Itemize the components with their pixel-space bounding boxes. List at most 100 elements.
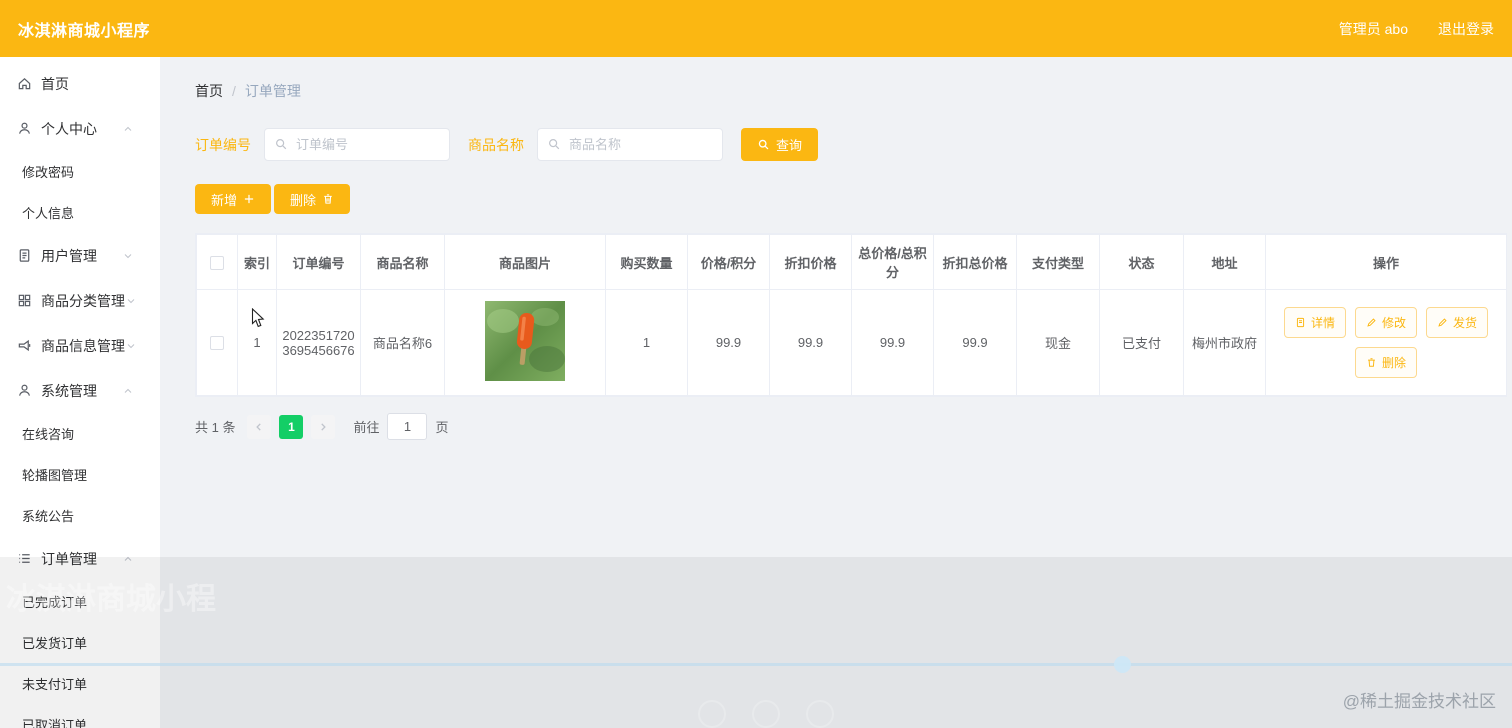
document-icon (1295, 317, 1306, 328)
breadcrumb-current: 订单管理 (244, 83, 301, 99)
search-icon (274, 137, 288, 151)
document-icon (17, 248, 32, 263)
goto-page-input[interactable] (387, 413, 428, 440)
column-header-address: 地址 (1183, 234, 1266, 290)
column-header-pay-type: 支付类型 (1016, 234, 1100, 290)
delete-row-button[interactable]: 删除 (1354, 347, 1417, 378)
cell-index: 1 (237, 289, 277, 396)
breadcrumb-home[interactable]: 首页 (195, 81, 223, 101)
sidebar-subitem-system-notice[interactable]: 系统公告 (0, 495, 160, 536)
goto-page: 前往 页 (353, 413, 449, 440)
header-checkbox-cell (196, 234, 238, 290)
sidebar-subitem-shipped-orders[interactable]: 已发货订单 (0, 622, 160, 663)
orders-table: 索引 订单编号 商品名称 商品图片 购买数量 价格/积分 折扣价格 总价格/总积… (195, 233, 1507, 397)
sidebar-subitem-unpaid-orders[interactable]: 未支付订单 (0, 663, 160, 704)
chevron-down-icon (125, 295, 137, 307)
page-suffix-label: 页 (435, 420, 449, 435)
ship-button-label: 发货 (1453, 316, 1478, 330)
ship-button[interactable]: 发货 (1426, 307, 1489, 338)
page-number-button[interactable]: 1 (279, 414, 304, 439)
main-content: 首页 / 订单管理 订单编号 商品名称 (160, 57, 1512, 728)
breadcrumb: 首页 / 订单管理 (195, 81, 1512, 101)
sidebar-item-system-management[interactable]: 系统管理 (0, 368, 160, 413)
filter-bar: 订单编号 商品名称 查询 (195, 128, 1512, 161)
cell-product-image (444, 289, 606, 396)
sidebar-subitem-personal-info[interactable]: 个人信息 (0, 192, 160, 233)
cell-address: 梅州市政府 (1183, 289, 1266, 396)
table-row: 1 20223517203695456676 商品名称6 1 99.9 99.9… (196, 289, 1507, 396)
delete-row-button-label: 删除 (1381, 356, 1406, 370)
delete-button-label: 删除 (290, 192, 317, 208)
product-name-input[interactable] (537, 128, 723, 161)
table-header-row: 索引 订单编号 商品名称 商品图片 购买数量 价格/积分 折扣价格 总价格/总积… (196, 234, 1507, 290)
column-header-status: 状态 (1099, 234, 1184, 290)
add-button[interactable]: 新增 (195, 184, 272, 214)
sidebar-subitem-carousel-management[interactable]: 轮播图管理 (0, 454, 160, 495)
sidebar-item-category-management[interactable]: 商品分类管理 (0, 278, 160, 323)
sidebar-item-order-management[interactable]: 订单管理 (0, 536, 160, 581)
prev-page-button[interactable] (247, 414, 272, 439)
sidebar-subitem-label: 已发货订单 (22, 636, 88, 651)
cell-discount-price: 99.9 (769, 289, 852, 396)
chevron-down-icon (125, 340, 137, 352)
sidebar-subitem-online-consult[interactable]: 在线咨询 (0, 413, 160, 454)
search-button-label: 查询 (776, 138, 803, 153)
row-actions: 详情 修改 发货 删除 (1270, 307, 1502, 378)
column-header-index: 索引 (237, 234, 277, 290)
column-header-product-image: 商品图片 (444, 234, 606, 290)
plus-icon (243, 193, 255, 205)
column-header-product-name: 商品名称 (360, 234, 445, 290)
sidebar-item-label: 订单管理 (41, 550, 97, 567)
sidebar-item-label: 首页 (41, 75, 69, 92)
app-header: 冰淇淋商城小程序 管理员 abo 退出登录 (0, 0, 1512, 57)
row-checkbox-cell (196, 289, 238, 396)
edit-button-label: 修改 (1381, 316, 1406, 330)
detail-button-label: 详情 (1310, 316, 1335, 330)
product-name-filter-label: 商品名称 (468, 136, 524, 153)
cell-status: 已支付 (1099, 289, 1184, 396)
delete-button[interactable]: 删除 (274, 184, 351, 214)
cell-discount-total: 99.9 (933, 289, 1017, 396)
sidebar-subitem-label: 个人信息 (22, 206, 75, 221)
sidebar-item-label: 商品分类管理 (41, 292, 125, 309)
search-icon (547, 137, 561, 151)
seek-bar[interactable] (0, 663, 1512, 666)
sidebar-subitem-label: 已取消订单 (22, 718, 88, 728)
detail-button[interactable]: 详情 (1283, 307, 1346, 338)
column-header-actions: 操作 (1265, 234, 1507, 290)
column-header-price: 价格/积分 (687, 234, 770, 290)
sidebar-item-home[interactable]: 首页 (0, 61, 160, 106)
pagination: 共 1 条 1 前往 页 (195, 413, 1512, 440)
search-button[interactable]: 查询 (741, 128, 819, 161)
header-right: 管理员 abo 退出登录 (1339, 19, 1494, 39)
column-header-discount-price: 折扣价格 (769, 234, 852, 290)
chevron-up-icon (122, 553, 134, 565)
logout-link[interactable]: 退出登录 (1438, 19, 1494, 39)
sidebar-subitem-label: 修改密码 (22, 165, 75, 180)
person-icon (17, 383, 32, 398)
row-checkbox[interactable] (210, 336, 224, 351)
cell-quantity: 1 (605, 289, 688, 396)
sidebar-item-label: 商品信息管理 (41, 337, 125, 354)
cell-total-price: 99.9 (851, 289, 934, 396)
search-icon (757, 138, 770, 151)
column-header-discount-total: 折扣总价格 (933, 234, 1017, 290)
chevron-up-icon (122, 123, 134, 135)
sidebar-item-user-management[interactable]: 用户管理 (0, 233, 160, 278)
sidebar-item-personal-center[interactable]: 个人中心 (0, 106, 160, 151)
edit-button[interactable]: 修改 (1354, 307, 1417, 338)
next-page-button[interactable] (311, 414, 336, 439)
sidebar-subitem-label: 未支付订单 (22, 677, 88, 692)
cell-order-no: 20223517203695456676 (276, 289, 361, 396)
sidebar-item-label: 系统管理 (41, 382, 97, 399)
add-button-label: 新增 (211, 192, 238, 208)
pagination-total: 共 1 条 (195, 420, 236, 435)
sidebar-subitem-completed-orders[interactable]: 已完成订单 (0, 581, 160, 622)
sidebar-subitem-label: 系统公告 (22, 509, 75, 524)
order-no-input[interactable] (264, 128, 450, 161)
sidebar-item-product-info-management[interactable]: 商品信息管理 (0, 323, 160, 368)
sidebar-subitem-change-password[interactable]: 修改密码 (0, 151, 160, 192)
sidebar-subitem-cancelled-orders[interactable]: 已取消订单 (0, 704, 160, 728)
select-all-checkbox[interactable] (210, 255, 224, 270)
seek-knob[interactable] (1114, 656, 1131, 673)
